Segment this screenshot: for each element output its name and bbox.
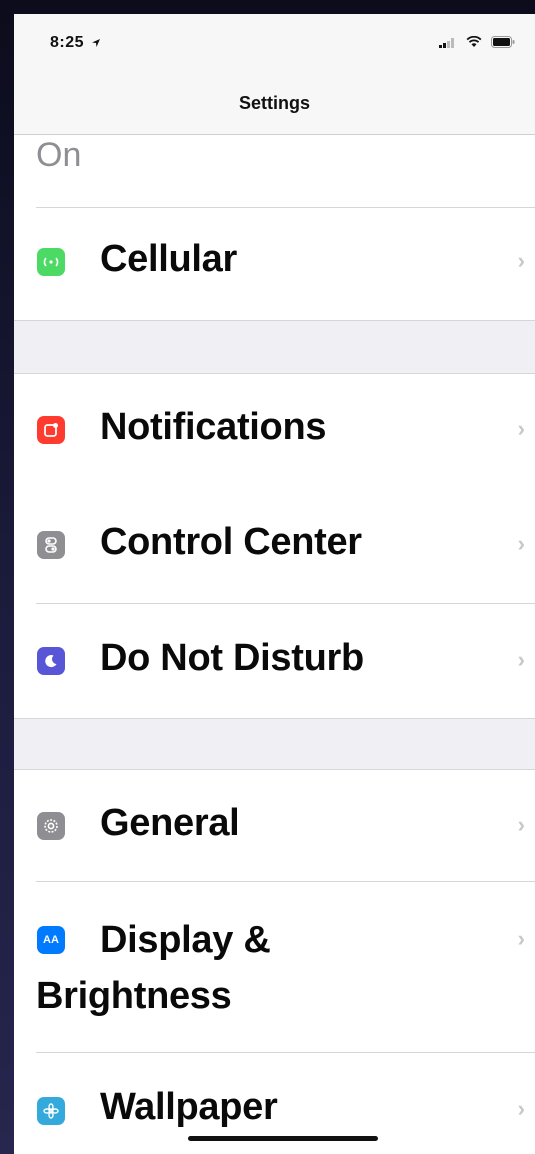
chevron-right-icon: › xyxy=(517,1096,525,1121)
page-title: Settings xyxy=(238,92,310,113)
chevron-right-icon: › xyxy=(517,812,525,837)
settings-row-cellular[interactable]: Cellular › xyxy=(14,208,535,320)
settings-row-notifications[interactable]: Notifications › xyxy=(14,374,535,486)
navigation-bar: Settings xyxy=(14,82,535,135)
display-brightness-icon: AA xyxy=(37,926,65,954)
settings-row-do-not-disturb[interactable]: Do Not Disturb › xyxy=(14,604,535,718)
row-label: Notifications xyxy=(100,406,327,448)
settings-row-control-center[interactable]: Control Center › xyxy=(14,488,535,602)
chevron-right-icon: › xyxy=(517,416,525,441)
row-label: Control Center xyxy=(100,521,362,563)
status-icons xyxy=(439,36,515,48)
section-gap xyxy=(14,718,535,770)
status-time: 8:25 xyxy=(50,34,101,52)
chevron-right-icon: › xyxy=(517,531,525,556)
screen: 8:25 Settings On Cellular › Notification… xyxy=(14,14,535,1154)
signal-icon xyxy=(439,38,454,48)
moon-icon xyxy=(37,647,65,675)
battery-icon xyxy=(491,36,515,48)
chevron-right-icon: › xyxy=(517,926,525,951)
time-label: 8:25 xyxy=(50,34,85,51)
gear-icon xyxy=(37,812,65,840)
row-label: General xyxy=(100,802,240,844)
section-gap xyxy=(14,320,535,374)
row-label: Cellular xyxy=(100,238,237,280)
row-label: Wallpaper xyxy=(100,1086,278,1128)
status-bar: 8:25 xyxy=(14,14,535,82)
row-label: Do Not Disturb xyxy=(100,637,364,679)
notifications-icon xyxy=(37,416,65,444)
control-center-icon xyxy=(37,531,65,559)
home-indicator[interactable] xyxy=(188,1136,378,1141)
display-icon-text: AA xyxy=(43,934,59,946)
settings-row-display-brightness[interactable]: AA Display & Brightness › xyxy=(14,882,535,1052)
location-arrow-icon xyxy=(91,38,100,47)
row-label-line-1: Display & xyxy=(100,919,271,961)
chevron-right-icon: › xyxy=(517,248,525,273)
partial-row-value: On xyxy=(36,136,82,174)
wallpaper-icon xyxy=(37,1097,65,1125)
cellular-icon xyxy=(37,248,65,276)
settings-row-general[interactable]: General › xyxy=(14,770,535,880)
wifi-icon xyxy=(466,36,482,47)
row-label-line-2: Brightness xyxy=(36,975,232,1017)
chevron-right-icon: › xyxy=(517,647,525,672)
